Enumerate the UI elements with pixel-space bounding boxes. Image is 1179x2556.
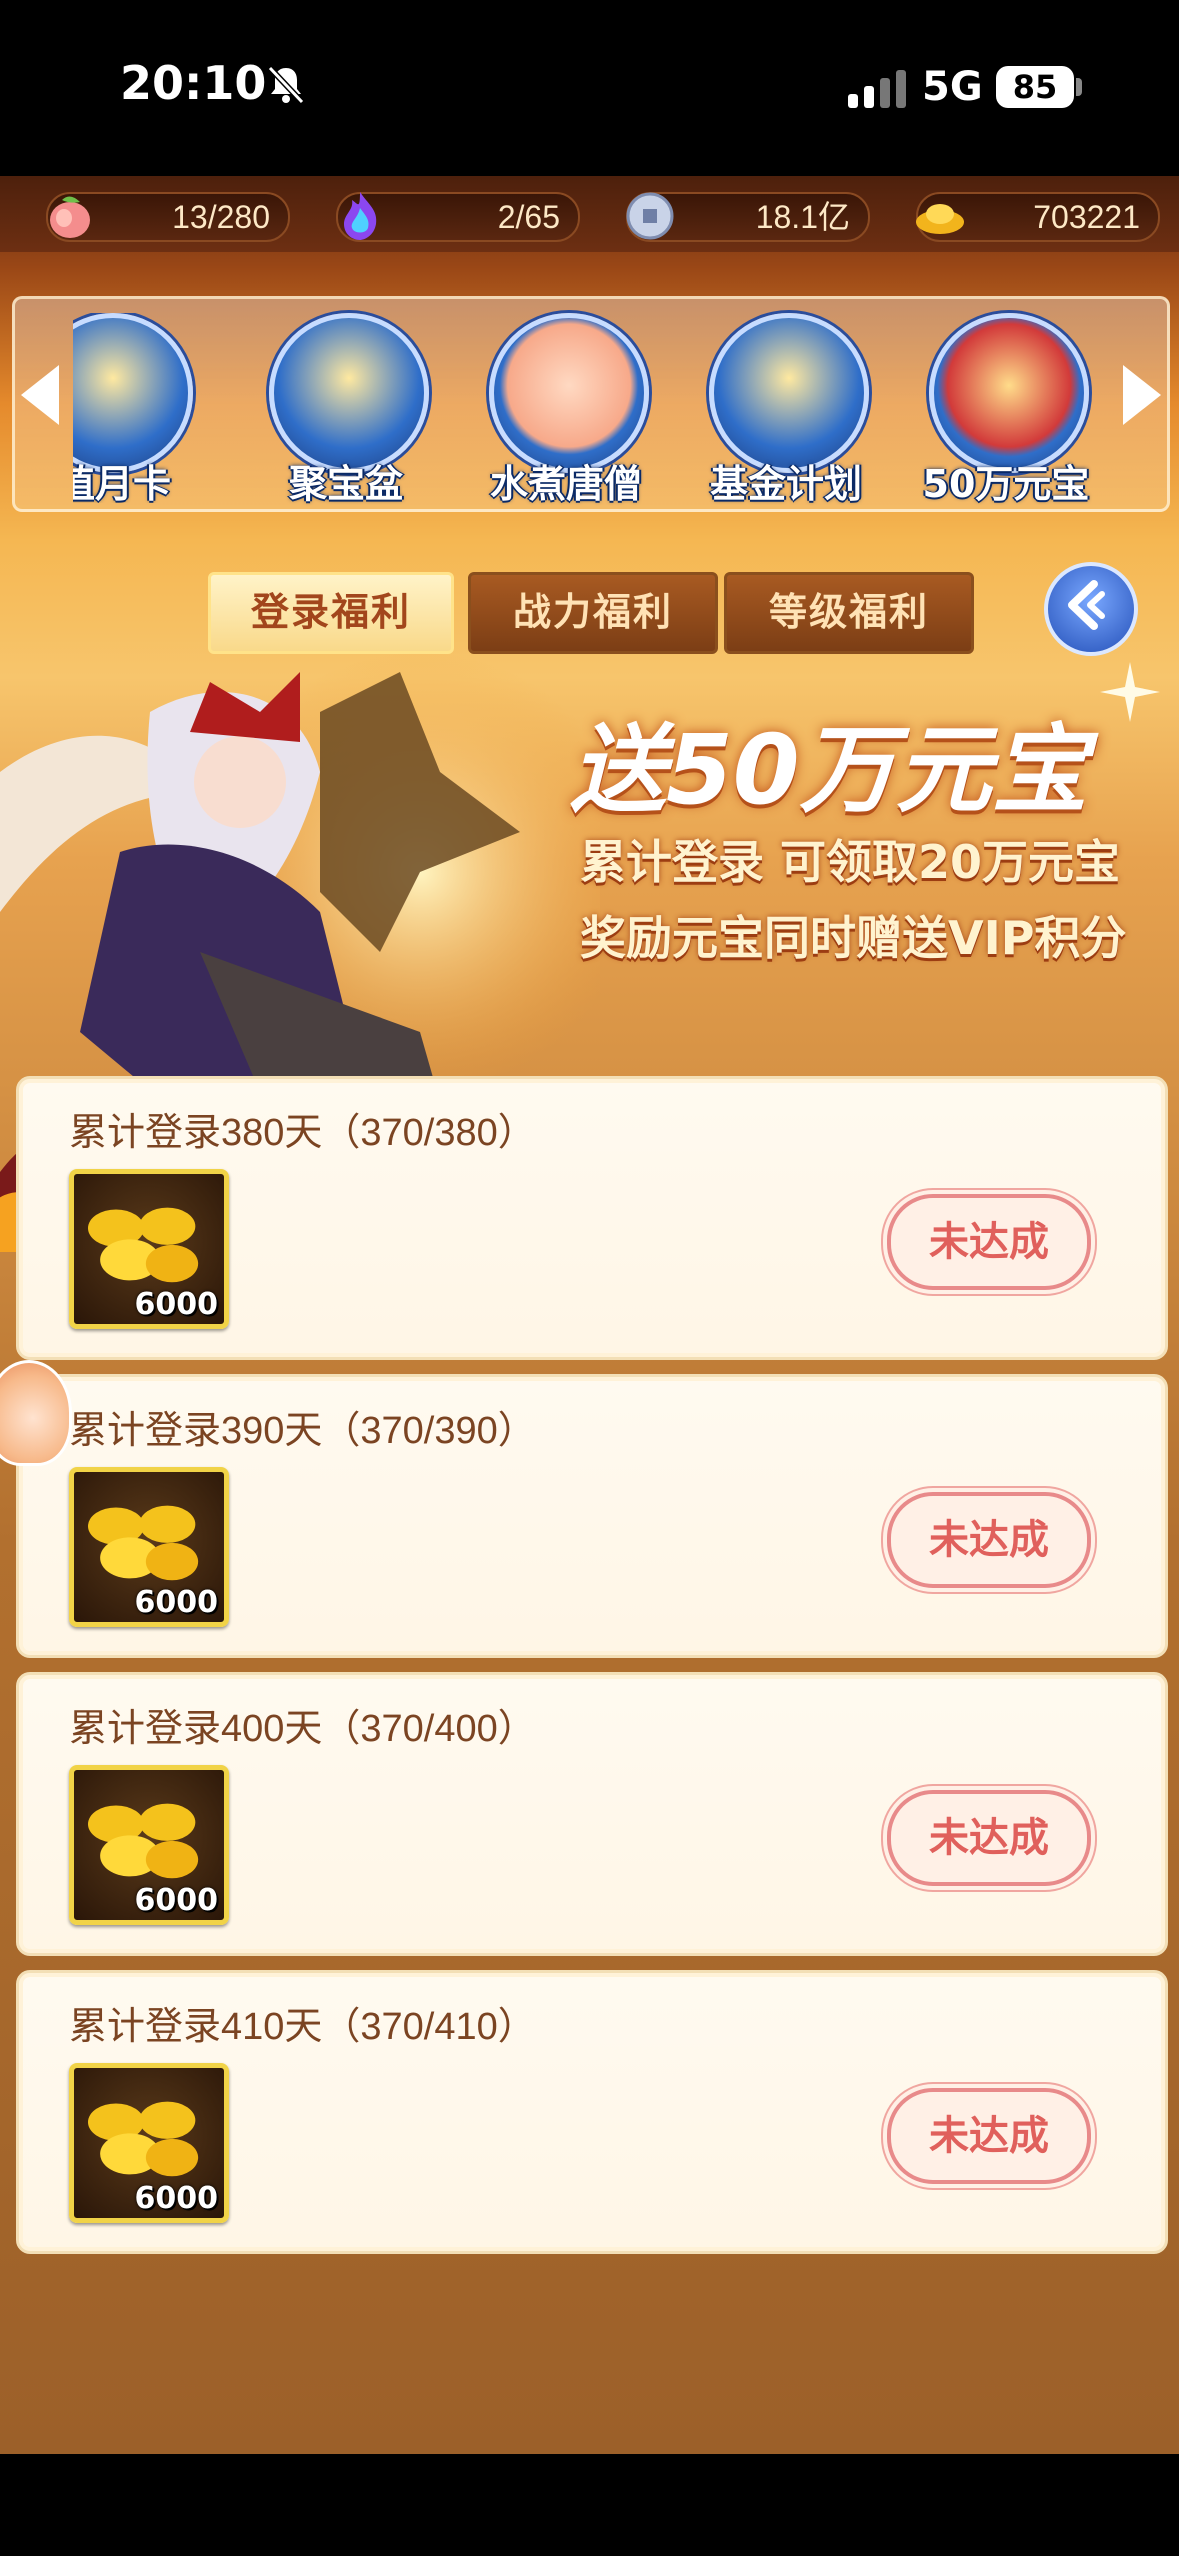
scroll-right-arrow-icon[interactable] <box>1123 365 1161 425</box>
battery-indicator: 85 <box>996 66 1074 108</box>
not-achieved-button[interactable]: 未达成 <box>887 1194 1091 1290</box>
bell-muted-icon <box>267 65 305 105</box>
network-type: 5G <box>922 64 983 110</box>
reward-title: 累计登录410天（370/410） <box>69 2006 536 2048</box>
gold-ingot-reward[interactable]: 6000 <box>69 1765 229 1925</box>
resource-coin[interactable]: 18.1亿 <box>626 192 870 242</box>
activity-fund-plan[interactable]: 基金计划 <box>691 313 869 506</box>
activity-monthly-card[interactable]: 值月卡 <box>73 313 203 503</box>
not-achieved-button[interactable]: 未达成 <box>887 1790 1091 1886</box>
reward-title: 累计登录380天（370/380） <box>69 1112 536 1154</box>
resource-gold[interactable]: 703221 <box>916 192 1160 242</box>
reward-quantity: 6000 <box>134 1585 219 1620</box>
reward-quantity: 6000 <box>134 1287 219 1322</box>
battery-cap <box>1076 78 1082 96</box>
scroll-left-arrow-icon[interactable] <box>21 365 59 425</box>
treasure-bowl-icon <box>269 313 429 473</box>
fund-plan-icon <box>709 313 869 473</box>
system-home-area <box>0 2454 1179 2556</box>
sparkle-icon <box>1100 662 1160 722</box>
back-arrow-icon <box>1068 580 1105 630</box>
gift-box-icon <box>929 313 1089 473</box>
resource-flame[interactable]: 2/65 <box>336 192 580 242</box>
activity-treasure-bowl[interactable]: 聚宝盆 <box>251 313 429 506</box>
tab-power-welfare[interactable]: 战力福利 <box>468 572 718 654</box>
reward-quantity: 6000 <box>134 2181 219 2216</box>
gold-ingot-reward[interactable]: 6000 <box>69 1467 229 1627</box>
resource-bar: 13/280 2/65 18.1亿 703221 <box>0 176 1179 252</box>
reward-quantity: 6000 <box>134 1883 219 1918</box>
gold-ingot-reward[interactable]: 6000 <box>69 1169 229 1329</box>
back-button[interactable] <box>1044 562 1138 656</box>
gold-ingot-icon <box>916 204 964 234</box>
reward-card: 累计登录400天（370/400） 6000 未达成 <box>16 1672 1168 1956</box>
gold-ingot-reward[interactable]: 6000 <box>69 2063 229 2223</box>
activity-strip: 值月卡 聚宝盆 水煮唐僧 基金计划 50万元宝 <box>12 296 1170 512</box>
status-time: 20:10 <box>120 56 267 110</box>
reward-card: 累计登录410天（370/410） 6000 未达成 <box>16 1970 1168 2254</box>
activity-gift-box[interactable]: 50万元宝 <box>911 313 1089 506</box>
banner-line-1: 累计登录 可领取20万元宝 <box>580 835 1121 889</box>
banner-title: 送50万元宝 <box>570 714 1088 826</box>
peach-icon <box>50 196 90 238</box>
tang-monk-icon <box>489 313 649 473</box>
reward-card: 累计登录390天（370/390） 6000 未达成 <box>16 1374 1168 1658</box>
tab-login-welfare[interactable]: 登录福利 <box>208 572 454 654</box>
monthly-card-icon <box>73 313 193 473</box>
not-achieved-button[interactable]: 未达成 <box>887 1492 1091 1588</box>
banner-line-2: 奖励元宝同时赠送VIP积分 <box>580 911 1127 965</box>
coin-icon <box>626 192 674 240</box>
purple-flame-icon <box>344 192 377 240</box>
tab-level-welfare[interactable]: 等级福利 <box>724 572 974 654</box>
resource-peach[interactable]: 13/280 <box>46 192 290 242</box>
status-bar: 20:10 5G 85 <box>0 0 1179 176</box>
reward-card: 累计登录380天（370/380） 6000 未达成 <box>16 1076 1168 1360</box>
not-achieved-button[interactable]: 未达成 <box>887 2088 1091 2184</box>
reward-title: 累计登录390天（370/390） <box>69 1410 536 1452</box>
cellular-signal-icon <box>848 70 906 108</box>
activity-tang-monk[interactable]: 水煮唐僧 <box>471 313 649 506</box>
reward-title: 累计登录400天（370/400） <box>69 1708 536 1750</box>
game-screen: 13/280 2/65 18.1亿 703221 值月卡 聚宝盆 水煮唐僧 基金… <box>0 176 1179 2454</box>
